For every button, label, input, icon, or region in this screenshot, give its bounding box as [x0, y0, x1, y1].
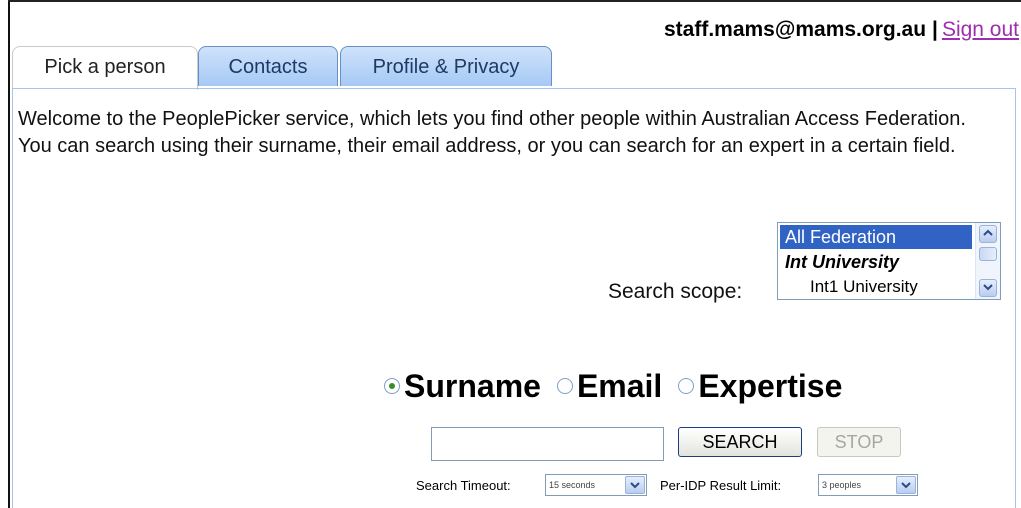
radio-email-label: Email — [576, 368, 663, 404]
radio-surname-label: Surname — [404, 368, 541, 404]
result-limit-select[interactable]: 3 peoples — [818, 474, 918, 496]
user-email: staff.mams@mams.org.au — [663, 18, 927, 41]
search-button[interactable]: SEARCH — [678, 427, 802, 457]
radio-surname[interactable]: Surname — [384, 368, 541, 405]
radio-unchecked-icon[interactable] — [678, 377, 695, 394]
scroll-thumb[interactable] — [979, 247, 997, 261]
search-timeout-value: 15 seconds — [549, 480, 596, 490]
search-timeout-select[interactable]: 15 seconds — [545, 474, 647, 496]
radio-email[interactable]: Email — [556, 368, 663, 405]
chevron-down-icon[interactable] — [625, 476, 645, 494]
search-scope-label: Search scope: — [608, 280, 743, 303]
separator: | — [932, 18, 938, 41]
chevron-down-icon[interactable] — [896, 476, 916, 494]
account-bar: staff.mams@mams.org.au | Sign out — [664, 18, 1019, 42]
radio-expertise[interactable]: Expertise — [678, 368, 842, 405]
search-timeout-label: Search Timeout: — [416, 478, 511, 493]
scope-option-int1-university[interactable]: Int1 University — [780, 275, 972, 299]
scroll-down-icon[interactable] — [979, 279, 997, 297]
stop-button[interactable]: STOP — [817, 427, 901, 457]
scope-option-int-university[interactable]: Int University — [780, 250, 972, 274]
welcome-text: Welcome to the PeoplePicker service, whi… — [18, 108, 966, 157]
radio-unchecked-icon[interactable] — [556, 377, 573, 394]
scope-option-all-federation[interactable]: All Federation — [780, 225, 972, 249]
radio-expertise-label: Expertise — [698, 368, 843, 404]
tab-profile-privacy[interactable]: Profile & Privacy — [340, 46, 552, 86]
frame-top-border — [8, 0, 1021, 2]
sign-out-link[interactable]: Sign out — [942, 18, 1019, 41]
search-input[interactable] — [431, 427, 664, 461]
tab-pick-a-person[interactable]: Pick a person — [12, 46, 198, 90]
result-limit-value: 3 peoples — [822, 480, 862, 490]
search-type-radio-group: Surname Email Expertise — [384, 368, 858, 405]
scope-scrollbar[interactable] — [975, 223, 1000, 299]
search-scope-listbox[interactable]: All Federation Int University Int1 Unive… — [777, 222, 1001, 300]
tab-contacts[interactable]: Contacts — [198, 46, 338, 86]
result-limit-label: Per-IDP Result Limit: — [660, 478, 782, 493]
scroll-up-icon[interactable] — [979, 225, 997, 243]
radio-checked-icon[interactable] — [384, 377, 400, 394]
frame-left-border — [8, 0, 10, 508]
